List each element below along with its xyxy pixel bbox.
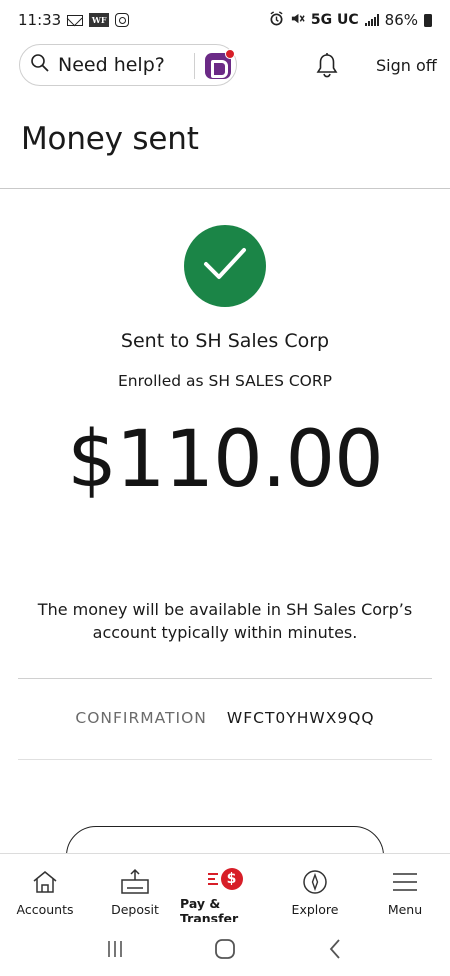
mute-icon xyxy=(290,11,305,30)
nav-item-menu[interactable]: Menu xyxy=(360,854,450,921)
help-search-bar[interactable]: Need help? xyxy=(19,44,237,86)
confirmation-row: CONFIRMATION WFCT0YHWX9QQ xyxy=(0,709,450,727)
alarm-icon xyxy=(269,10,284,30)
battery-level: 86% xyxy=(384,11,418,29)
nav-item-accounts[interactable]: Accounts xyxy=(0,854,90,921)
availability-message: The money will be available in SH Sales … xyxy=(30,598,420,644)
nav-label-explore: Explore xyxy=(291,902,339,917)
search-icon xyxy=(30,53,50,77)
home-button-icon[interactable] xyxy=(195,929,255,969)
home-icon xyxy=(31,868,59,896)
enrolled-line: Enrolled as SH SALES CORP xyxy=(117,372,333,390)
nav-label-menu: Menu xyxy=(387,902,423,917)
nav-label-accounts: Accounts xyxy=(16,902,74,917)
confirmation-label: CONFIRMATION xyxy=(75,709,207,727)
dollar-badge: $ xyxy=(220,868,243,890)
page-title: Money sent xyxy=(21,121,199,157)
status-time: 11:33 xyxy=(18,11,62,29)
success-badge xyxy=(184,225,266,307)
checkmark-icon xyxy=(203,247,247,285)
recipient-line: Sent to SH Sales Corp xyxy=(120,330,330,352)
search-label: Need help? xyxy=(58,54,165,76)
confirmation-number: WFCT0YHWX9QQ xyxy=(226,709,375,727)
availability-line-2: account typically within minutes. xyxy=(92,623,358,642)
app-header: Need help? Sign off xyxy=(0,44,450,88)
sign-off-link[interactable]: Sign off xyxy=(376,56,437,75)
signal-icon xyxy=(364,14,379,26)
mail-icon xyxy=(67,14,84,26)
nav-item-pay-transfer[interactable]: $ Pay & Transfer xyxy=(180,854,270,926)
hamburger-icon xyxy=(391,868,419,896)
wf-app-icon: WF xyxy=(89,13,110,27)
assistant-badge xyxy=(225,49,235,59)
status-right: 5G UC 86% xyxy=(269,10,432,30)
speed-lines xyxy=(207,873,218,885)
system-nav-bar xyxy=(0,922,450,976)
status-bar: 11:33 WF 5G UC 86% xyxy=(0,0,450,40)
nav-label-deposit: Deposit xyxy=(111,902,159,917)
nav-item-explore[interactable]: Explore xyxy=(270,854,360,921)
bottom-nav: Accounts Deposit $ Pay & Transfer Explor… xyxy=(0,853,450,926)
amount-sent: $110.00 xyxy=(67,415,384,505)
pay-transfer-icon: $ xyxy=(207,868,243,890)
bell-icon[interactable] xyxy=(316,52,338,82)
confirmation-divider-top xyxy=(18,678,432,679)
instagram-icon xyxy=(115,13,130,27)
compass-icon xyxy=(302,868,328,896)
deposit-icon xyxy=(120,868,150,896)
confirmation-divider-bottom xyxy=(18,759,432,760)
nav-item-deposit[interactable]: Deposit xyxy=(90,854,180,921)
back-icon[interactable] xyxy=(305,929,365,969)
title-divider xyxy=(0,188,450,189)
network-type: 5G UC xyxy=(310,12,359,28)
recent-apps-icon[interactable] xyxy=(85,929,145,969)
search-divider xyxy=(194,53,195,79)
availability-line-1: The money will be available in SH Sales … xyxy=(37,600,413,619)
status-left: 11:33 WF xyxy=(18,11,130,29)
battery-icon xyxy=(424,13,432,27)
